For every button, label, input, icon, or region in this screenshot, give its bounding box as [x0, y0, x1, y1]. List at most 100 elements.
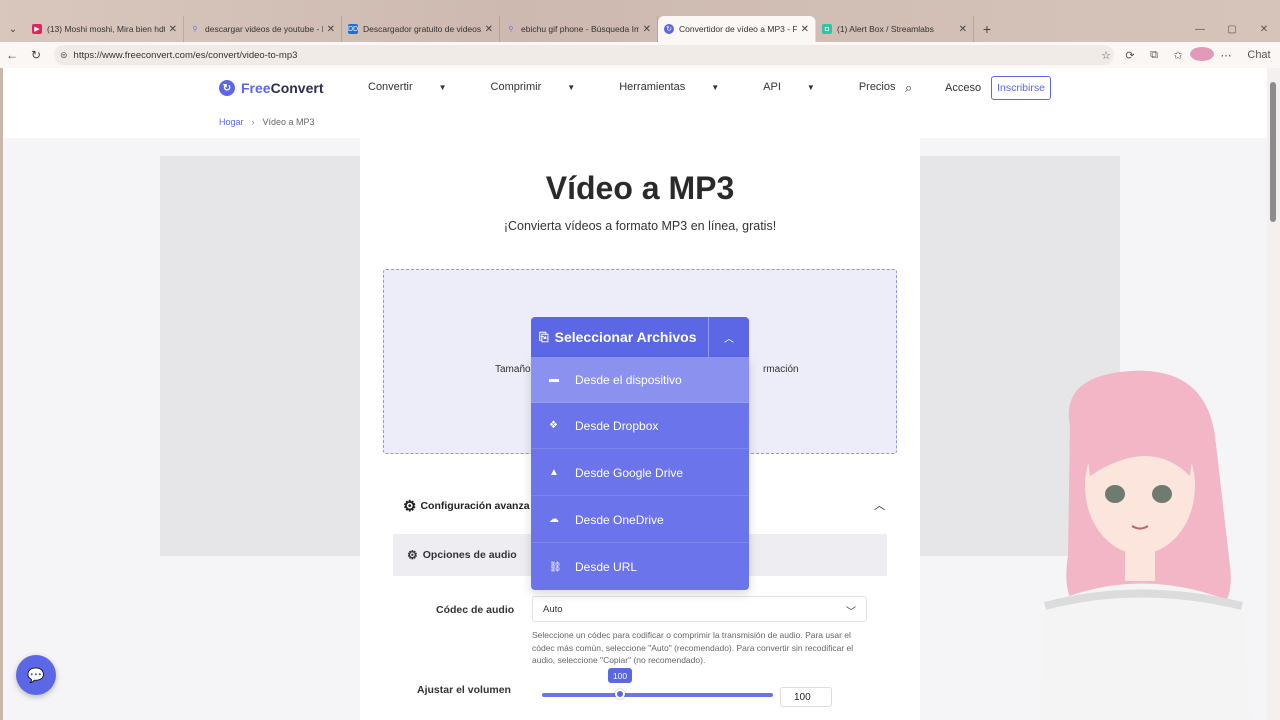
info-text: rmación	[763, 364, 799, 375]
logo-icon: ↻	[219, 80, 235, 96]
tab-search-icon[interactable]: ⌄	[0, 16, 26, 42]
gear-icon: ⚙	[403, 498, 417, 515]
search-icon[interactable]: ⌕	[905, 80, 912, 96]
login-link[interactable]: Acceso	[945, 82, 981, 94]
menu-item-url[interactable]: ⛓ Desde URL	[531, 544, 749, 590]
search-favicon-icon: ⚲	[192, 26, 198, 33]
extensions-icon[interactable]: ⧉	[1142, 49, 1166, 62]
tab-title: (13) Moshi moshi, Mira bien hdtp	[47, 24, 165, 34]
nav-herramientas[interactable]: Herramientas ▼	[619, 81, 741, 93]
size-limit-text: Tamaño	[495, 364, 531, 375]
volume-slider-handle[interactable]	[615, 689, 625, 699]
tab-title: descargar videos de youtube - Bú	[205, 24, 323, 34]
page-title: Vídeo a MP3	[545, 170, 735, 206]
refresh-page-icon[interactable]: ⟳	[1118, 49, 1142, 62]
nav-comprimir[interactable]: Comprimir ▼	[491, 81, 598, 93]
logo-text-convert: Convert	[270, 80, 324, 96]
close-tab-icon[interactable]: ✕	[327, 24, 335, 35]
select-files-button: ⎘ Seleccionar Archivos ︿	[531, 317, 749, 357]
bookmark-star-icon[interactable]: ☆	[1094, 49, 1118, 62]
new-tab-icon[interactable]: +	[974, 16, 1000, 42]
menu-item-onedrive[interactable]: ☁ Desde OneDrive	[531, 497, 749, 543]
freeconvert-favicon-icon: ↻	[664, 24, 674, 34]
select-files-main[interactable]: ⎘ Seleccionar Archivos	[531, 329, 708, 345]
close-tab-icon[interactable]: ✕	[643, 24, 651, 35]
close-window-icon[interactable]: ✕	[1248, 16, 1280, 42]
chat-bubble-icon[interactable]: 💬	[16, 655, 56, 695]
downloader-favicon-icon: DD	[347, 24, 359, 34]
browser-tab[interactable]: ◘ (1) Alert Box / Streamlabs ✕	[816, 16, 974, 42]
volume-input[interactable]: 100	[780, 687, 832, 707]
address-bar-row: ← ↻ ⊜ https://www.freeconvert.com/es/con…	[0, 42, 1280, 68]
nav-label: Herramientas	[619, 81, 686, 93]
back-icon[interactable]: ←	[0, 48, 24, 62]
ad-slot-left	[160, 156, 360, 556]
menu-item-label: Desde URL	[575, 560, 638, 574]
youtube-favicon-icon: ▶	[32, 24, 42, 34]
scrollbar-thumb[interactable]	[1270, 82, 1276, 222]
chevron-down-icon: ▼	[438, 83, 447, 92]
browser-tab[interactable]: ⚲ descargar videos de youtube - Bú ✕	[184, 16, 342, 42]
streamlabs-favicon-icon: ◘	[822, 24, 832, 34]
nav-label: Precios	[858, 81, 896, 93]
chat-button[interactable]: Chat	[1238, 49, 1280, 61]
signup-button[interactable]: Inscribirse	[991, 76, 1051, 100]
menu-item-google-drive[interactable]: ▲ Desde Google Drive	[531, 450, 749, 496]
codec-value: Auto	[543, 603, 563, 615]
browser-tab-active[interactable]: ↻ Convertidor de vídeo a MP3 - Free ✕	[658, 16, 816, 42]
volume-label: Ajustar el volumen	[417, 684, 511, 696]
breadcrumb-current: Vídeo a MP3	[262, 117, 315, 127]
vtuber-avatar-overlay	[1040, 370, 1250, 720]
chevron-down-icon: ▼	[806, 83, 815, 92]
chat-label: Chat	[1247, 49, 1271, 61]
browser-tab[interactable]: DD Descargador gratuito de videos de ✕	[342, 16, 500, 42]
nav-convertir[interactable]: Convertir ▼	[368, 81, 469, 93]
chevron-up-icon[interactable]: ︿	[708, 317, 749, 357]
tab-strip: ⌄ ▶ (13) Moshi moshi, Mira bien hdtp ✕ ⚲…	[0, 16, 1280, 42]
onedrive-icon: ☁	[549, 514, 559, 525]
url-text: https://www.freeconvert.com/es/convert/v…	[73, 49, 298, 61]
select-files-label: Seleccionar Archivos	[554, 329, 697, 345]
browser-tab[interactable]: ▶ (13) Moshi moshi, Mira bien hdtp ✕	[26, 16, 184, 42]
page-subtitle: ¡Convierta vídeos a formato MP3 en línea…	[503, 219, 777, 233]
nav-api[interactable]: API ▼	[763, 81, 837, 93]
codec-label: Códec de audio	[436, 604, 515, 616]
url-field[interactable]: ⊜ https://www.freeconvert.com/es/convert…	[54, 45, 1114, 65]
close-tab-icon[interactable]: ✕	[485, 24, 493, 35]
chevron-up-icon[interactable]: ︿	[874, 497, 885, 513]
more-menu-icon[interactable]: ⋯	[1214, 49, 1238, 62]
dropbox-icon: ❖	[549, 420, 558, 431]
menu-item-device[interactable]: ▬ Desde el dispositivo	[531, 357, 749, 403]
file-upload-icon: ⎘	[539, 329, 549, 344]
volume-slider-track[interactable]	[542, 693, 773, 697]
favorites-icon[interactable]: ✩	[1166, 49, 1190, 62]
tab-title: Convertidor de vídeo a MP3 - Free	[679, 24, 797, 34]
codec-help-text: Seleccione un códec para codificar o com…	[532, 630, 854, 665]
close-tab-icon[interactable]: ✕	[801, 24, 809, 35]
reload-icon[interactable]: ↻	[24, 48, 48, 62]
close-tab-icon[interactable]: ✕	[959, 24, 967, 35]
gear-icon: ⚙	[407, 548, 418, 562]
breadcrumb-chevron-icon: ›	[251, 117, 255, 127]
tab-title: Descargador gratuito de videos de	[363, 24, 481, 34]
breadcrumb-home[interactable]: Hogar	[219, 117, 244, 127]
menu-item-label: Desde el dispositivo	[575, 372, 682, 387]
folder-icon: ▬	[549, 374, 559, 385]
profile-avatar[interactable]	[1190, 46, 1214, 64]
menu-item-dropbox[interactable]: ❖ Desde Dropbox	[531, 403, 749, 449]
page-scrollbar[interactable]	[1267, 68, 1280, 720]
freeconvert-logo[interactable]: ↻ Free Convert	[219, 80, 323, 96]
window-controls: — ▢ ✕	[1184, 16, 1280, 42]
advanced-settings-label: Configuración avanza	[420, 500, 530, 512]
tab-title: ebichu gif phone - Búsqueda Imág	[521, 24, 639, 34]
maximize-icon[interactable]: ▢	[1216, 16, 1248, 42]
tab-title: (1) Alert Box / Streamlabs	[837, 24, 934, 34]
minimize-icon[interactable]: —	[1184, 16, 1216, 42]
browser-tab[interactable]: ⚲ ebichu gif phone - Búsqueda Imág ✕	[500, 16, 658, 42]
site-info-icon[interactable]: ⊜	[60, 50, 68, 61]
codec-select[interactable]: Auto ﹀	[532, 596, 867, 622]
close-tab-icon[interactable]: ✕	[169, 24, 177, 35]
audio-options-label: Opciones de audio	[422, 549, 517, 561]
browser-chrome: ⌄ ▶ (13) Moshi moshi, Mira bien hdtp ✕ ⚲…	[0, 0, 1280, 68]
chevron-down-icon: ﹀	[846, 607, 856, 618]
